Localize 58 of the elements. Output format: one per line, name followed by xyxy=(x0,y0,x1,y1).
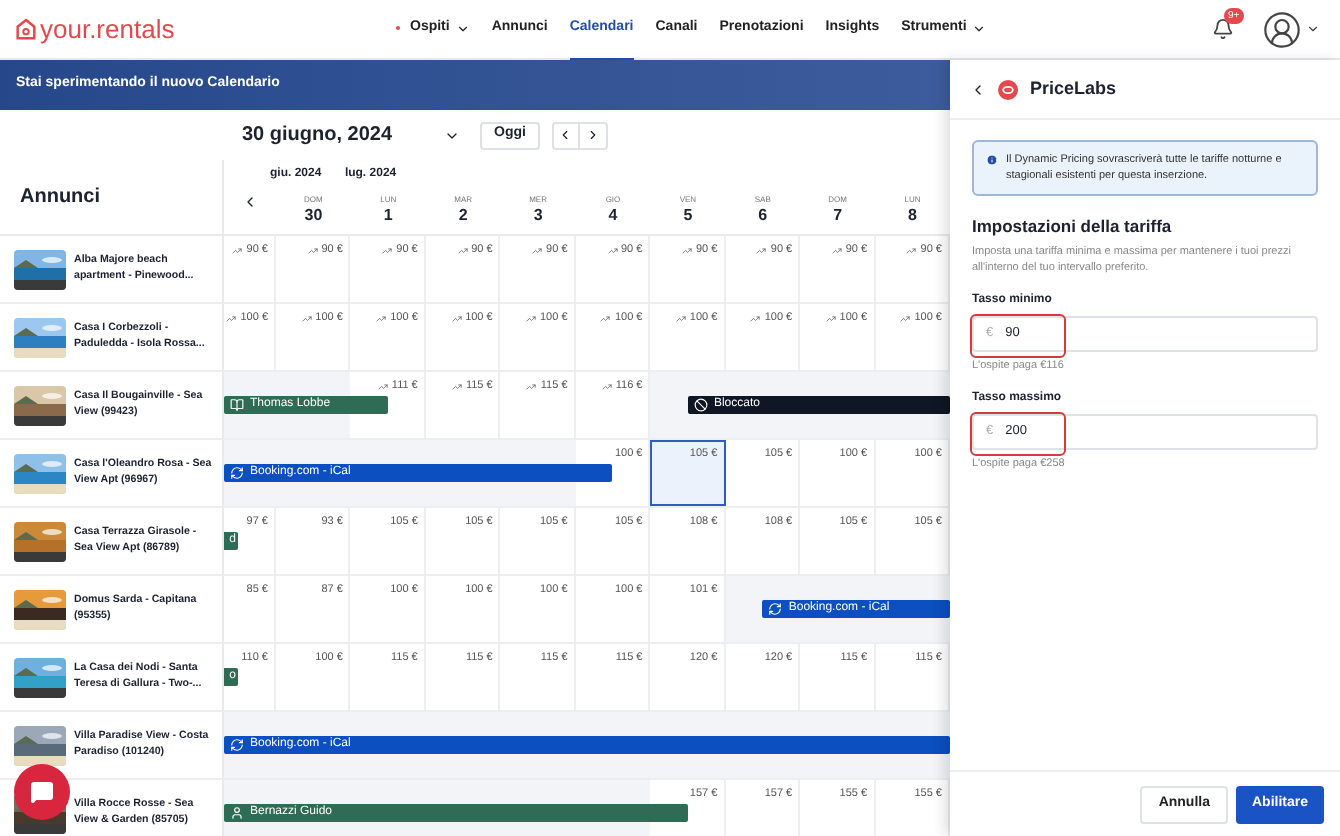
trend-icon xyxy=(307,245,318,256)
trend-icon xyxy=(756,245,767,256)
info-icon xyxy=(986,154,998,166)
sync-icon xyxy=(230,466,244,480)
chat-icon xyxy=(30,780,54,804)
trend-icon xyxy=(600,313,611,324)
chevron-left-icon xyxy=(558,128,573,142)
trend-icon xyxy=(681,245,692,256)
trend-icon xyxy=(601,381,612,392)
trend-icon xyxy=(451,381,462,392)
day-number: 1 xyxy=(383,206,393,226)
sync-icon xyxy=(230,738,244,752)
trend-icon xyxy=(376,313,387,324)
trend-icon xyxy=(301,313,312,324)
bell-icon[interactable] xyxy=(1212,18,1234,40)
trend-icon xyxy=(232,245,243,256)
trend-icon xyxy=(382,245,393,256)
listings-heading: Annunci xyxy=(0,160,224,234)
sync-icon xyxy=(768,602,783,616)
logo-icon xyxy=(16,17,36,41)
trend-icon xyxy=(900,313,911,324)
section-heading: Impostazioni della tariffa xyxy=(972,214,1174,240)
person-icon xyxy=(230,806,244,820)
trend-icon xyxy=(825,313,836,324)
day-number: 7 xyxy=(833,206,843,226)
trend-icon xyxy=(906,245,917,256)
trend-icon xyxy=(526,313,536,324)
book-icon xyxy=(230,398,244,412)
chevron-right-icon xyxy=(585,128,600,142)
chevron-icon xyxy=(972,21,987,35)
trend-icon xyxy=(831,245,842,256)
trend-icon xyxy=(457,245,468,256)
trend-icon xyxy=(750,313,761,324)
day-number: 3 xyxy=(533,206,543,226)
chat-button[interactable] xyxy=(14,764,70,820)
trend-icon xyxy=(532,245,543,256)
chevron-icon xyxy=(455,21,470,35)
trend-icon xyxy=(377,381,388,392)
day-number: 4 xyxy=(608,206,618,226)
day-number: 2 xyxy=(458,206,468,226)
logo-icon xyxy=(998,79,1018,99)
trend-icon xyxy=(451,313,462,324)
trend-icon xyxy=(226,313,237,324)
date-picker[interactable]: 30 giugno, 2024 xyxy=(242,120,461,150)
avatar-icon[interactable] xyxy=(1262,9,1302,49)
day-number: 30 xyxy=(304,206,323,226)
chevron-icon[interactable] xyxy=(1306,22,1320,36)
chevron-icon[interactable] xyxy=(242,193,258,209)
day-number: 6 xyxy=(758,206,768,226)
back-icon[interactable] xyxy=(970,81,986,97)
trend-icon xyxy=(526,381,537,392)
day-number: 8 xyxy=(908,206,917,226)
trend-icon xyxy=(607,245,617,256)
panel-title: PriceLabs xyxy=(1030,75,1117,102)
trend-icon xyxy=(675,313,686,324)
logo-text: your.rentals xyxy=(40,11,175,48)
day-number: 5 xyxy=(683,206,693,226)
blocked-icon xyxy=(693,398,708,412)
